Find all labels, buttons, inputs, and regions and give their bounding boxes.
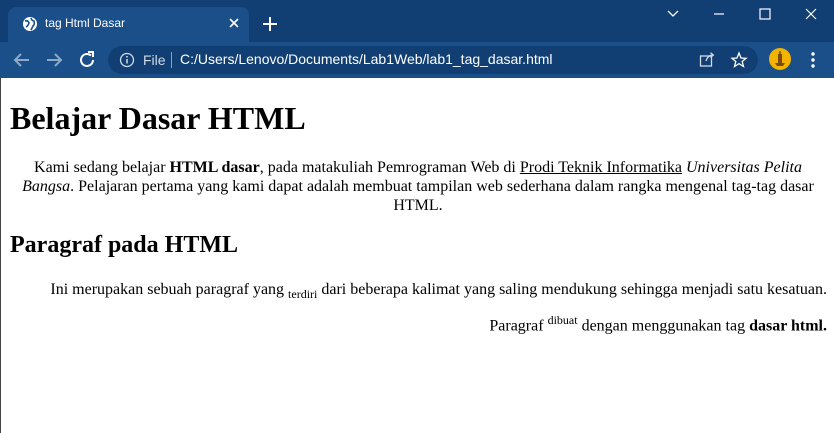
url-text[interactable]: C:/Users/Lenovo/Documents/Lab1Web/lab1_t… xyxy=(180,51,553,67)
reload-icon[interactable] xyxy=(75,48,99,72)
browser-toolbar: File C:/Users/Lenovo/Documents/Lab1Web/l… xyxy=(0,42,834,78)
avatar[interactable] xyxy=(769,48,791,70)
page-content: Belajar Dasar HTML Kami sedang belajar H… xyxy=(0,78,834,433)
prodi-link[interactable]: Prodi Teknik Informatika xyxy=(520,159,682,176)
paragraph-text: dengan menggunakan tag xyxy=(577,317,750,335)
maximize-icon[interactable] xyxy=(742,0,788,28)
section-heading: Paragraf pada HTML xyxy=(10,232,238,258)
back-arrow-icon[interactable] xyxy=(10,48,34,72)
forward-arrow-icon[interactable] xyxy=(42,48,66,72)
divider xyxy=(171,52,172,68)
tab-title: tag Html Dasar xyxy=(45,16,126,30)
intro-text: Kami sedang belajar xyxy=(34,159,170,176)
star-icon[interactable] xyxy=(730,51,748,69)
intro-paragraph: Kami sedang belajar HTML dasar, pada mat… xyxy=(10,158,826,215)
plus-icon[interactable] xyxy=(259,13,281,35)
intro-bold-text: HTML dasar xyxy=(169,159,260,176)
body-paragraph: Ini merupakan sebuah paragraf yang terdi… xyxy=(10,277,827,340)
paragraph-text: Ini merupakan sebuah paragraf yang xyxy=(50,281,289,298)
intro-text: , pada matakuliah Pemrograman Web di xyxy=(259,159,520,176)
subscript-text: terdiri xyxy=(288,287,318,302)
address-bar[interactable]: File C:/Users/Lenovo/Documents/Lab1Web/l… xyxy=(108,46,758,74)
share-icon[interactable] xyxy=(698,51,716,69)
paragraph-bold-text: dasar html. xyxy=(749,317,827,335)
kebab-menu-icon[interactable] xyxy=(804,50,822,70)
page-title: Belajar Dasar HTML xyxy=(10,100,306,136)
intro-text: . Pelajaran pertama yang kami dapat adal… xyxy=(70,178,814,214)
close-icon[interactable] xyxy=(225,14,243,32)
superscript-text: dibuat xyxy=(547,313,578,328)
chevron-down-icon[interactable] xyxy=(650,0,696,28)
title-bar: tag Html Dasar xyxy=(0,0,834,42)
info-icon[interactable] xyxy=(119,52,135,68)
globe-icon xyxy=(22,16,38,32)
minimize-icon[interactable] xyxy=(696,0,742,28)
scheme-label: File xyxy=(143,52,166,68)
close-icon[interactable] xyxy=(788,0,834,28)
browser-tab[interactable]: tag Html Dasar xyxy=(8,7,249,42)
